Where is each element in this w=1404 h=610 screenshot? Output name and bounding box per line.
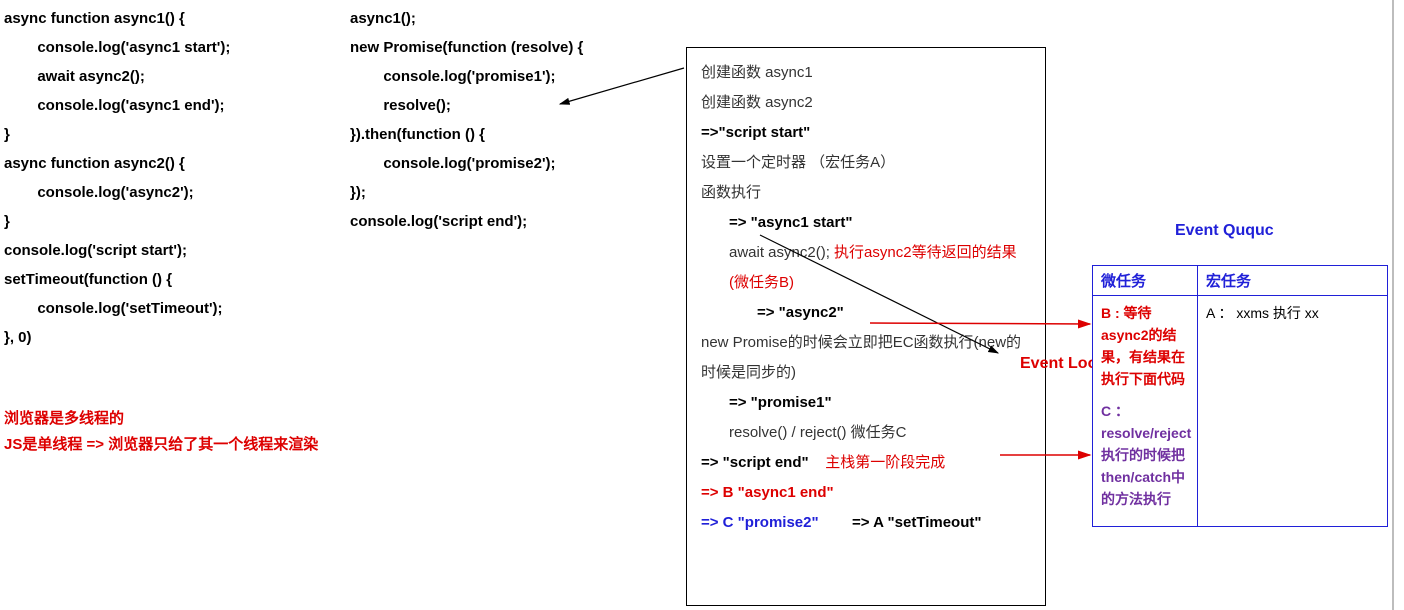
micro-c-label: C ： <box>1101 400 1189 422</box>
event-queue-box: 微任务 宏任务 B : 等待async2的结果，有结果在执行下面代码 C ： r… <box>1092 265 1388 527</box>
flow-line: 创建函数 async1 <box>701 58 1031 88</box>
flow-line: 创建函数 async2 <box>701 88 1031 118</box>
macro-a: A ： xxms 执行 xx <box>1206 302 1379 324</box>
macro-task-header: 宏任务 <box>1198 266 1259 295</box>
flow-line: new Promise的时候会立即把EC函数执行(new的时候是同步的) <box>701 328 1031 388</box>
flow-line: => "async1 start" <box>701 208 1031 238</box>
flow-line: => "script end" 主栈第一阶段完成 <box>701 448 1031 478</box>
code-block-1: async function async1() { console.log('a… <box>4 4 344 352</box>
flow-line: => B "async1 end" <box>701 478 1031 508</box>
event-queue-title: Event Ququc <box>1175 222 1274 240</box>
execution-flow-box: 创建函数 async1 创建函数 async2 =>"script start"… <box>686 47 1046 606</box>
micro-c-desc: resolve/reject执行的时候把then/catch中的方法执行 <box>1101 422 1189 510</box>
micro-task-header: 微任务 <box>1093 266 1198 295</box>
flow-line: 设置一个定时器 （宏任务A） <box>701 148 1031 178</box>
code-block-2: async1(); new Promise(function (resolve)… <box>350 4 680 236</box>
macro-task-column: A ： xxms 执行 xx <box>1198 296 1387 526</box>
flow-line: await async2(); 执行async2等待返回的结果 (微任务B) <box>701 238 1031 298</box>
flow-line: => "promise1" <box>701 388 1031 418</box>
flow-line: => "async2" <box>701 298 1031 328</box>
flow-line: => C "promise2" => A "setTimeout" <box>701 508 1031 538</box>
flow-line: resolve() / reject() 微任务C <box>701 418 1031 448</box>
micro-b: B : 等待async2的结果，有结果在执行下面代码 <box>1101 302 1189 390</box>
browser-thread-note: 浏览器是多线程的 JS是单线程 => 浏览器只给了其一个线程来渲染 <box>4 406 318 458</box>
micro-task-column: B : 等待async2的结果，有结果在执行下面代码 C ： resolve/r… <box>1093 296 1198 526</box>
flow-line: =>"script start" <box>701 118 1031 148</box>
flow-line: 函数执行 <box>701 178 1031 208</box>
